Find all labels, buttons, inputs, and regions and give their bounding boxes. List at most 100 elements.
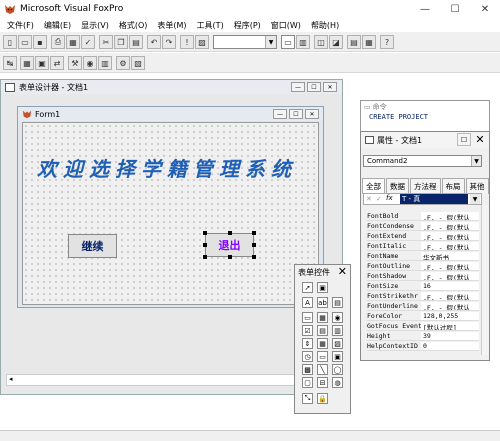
hyperlink-icon[interactable]: ◍ xyxy=(332,377,343,388)
undo-icon[interactable]: ↶ xyxy=(147,35,161,49)
form-designer-title-bar[interactable]: 表单设计器 - 文档1 — ☐ ✕ xyxy=(1,80,341,94)
menu-format[interactable]: 格式(O) xyxy=(114,20,153,31)
properties-title-bar[interactable]: 属性 - 文档1 ☐ ✕ xyxy=(361,132,489,148)
listbox-icon[interactable]: ▥ xyxy=(332,325,343,336)
layout-toolbar-icon[interactable]: ▥ xyxy=(98,56,112,70)
save-icon[interactable]: ▪ xyxy=(33,35,47,49)
properties-scrollbar[interactable] xyxy=(481,205,489,355)
paste-icon[interactable]: ▤ xyxy=(129,35,143,49)
checkbox-icon[interactable]: ☑ xyxy=(302,325,313,336)
command-window-title-bar[interactable]: ▭ 命令 xyxy=(361,101,489,113)
form1-maximize-button[interactable]: ☐ xyxy=(289,109,303,119)
modify-form-icon[interactable]: ▨ xyxy=(195,35,209,49)
property-value[interactable]: .F. - 假(默认 xyxy=(421,272,479,280)
property-row[interactable]: FontStrikethr .F. - 假(默认 xyxy=(367,292,479,301)
ole-bound-icon[interactable]: ▩ xyxy=(302,364,313,375)
cancel-icon[interactable]: ✕ xyxy=(366,195,372,203)
tab-methods[interactable]: 方法程 xyxy=(410,178,441,194)
property-value[interactable]: .F. - 假(默认 xyxy=(421,222,479,230)
lock-icon[interactable]: 🔒 xyxy=(317,393,328,404)
designer-close-button[interactable]: ✕ xyxy=(323,82,337,92)
property-value[interactable]: .F. - 假(默认 xyxy=(421,302,479,310)
form-controls-toolbar-icon[interactable]: ⚒ xyxy=(68,56,82,70)
class-library-icon[interactable]: ▣ xyxy=(317,282,328,293)
property-value[interactable]: .F. - 假(默认 xyxy=(421,212,479,220)
image-icon[interactable]: ▨ xyxy=(332,338,343,349)
command-button-icon[interactable]: ▭ xyxy=(302,312,313,323)
property-value[interactable]: .F. - 假(默认 xyxy=(421,242,479,250)
property-value-input[interactable]: T - 真 xyxy=(400,194,468,204)
property-row[interactable]: FontSize 16 xyxy=(367,282,479,291)
property-value[interactable]: 128,0,255 xyxy=(421,312,479,320)
builder-lock-icon[interactable]: ⤡ xyxy=(302,393,313,404)
line-icon[interactable]: ╲ xyxy=(317,364,328,375)
spell-check-icon[interactable]: ✓ xyxy=(81,35,95,49)
chevron-down-icon[interactable]: ▼ xyxy=(471,156,481,166)
open-folder-icon[interactable]: ▭ xyxy=(18,35,32,49)
cut-icon[interactable]: ✂ xyxy=(99,35,113,49)
separator-icon[interactable]: ⊟ xyxy=(317,377,328,388)
tab-data[interactable]: 数据 xyxy=(386,178,409,194)
toolbox-title-bar[interactable]: 表单控件 ✕ xyxy=(295,265,350,279)
form-builder-icon[interactable]: ⚙ xyxy=(116,56,130,70)
command-window-icon[interactable]: ▭ xyxy=(281,35,295,49)
chevron-down-icon[interactable]: ▼ xyxy=(470,194,480,204)
property-row[interactable]: FontUnderline .F. - 假(默认 xyxy=(367,302,479,311)
property-row[interactable]: FontItalic .F. - 假(默认 xyxy=(367,242,479,251)
tab-layout[interactable]: 布局 xyxy=(441,178,465,194)
exit-button[interactable]: 退出 xyxy=(205,233,254,257)
print-preview-icon[interactable]: ▦ xyxy=(66,35,80,49)
property-value[interactable]: .F. - 假(默认 xyxy=(421,292,479,300)
report-wizard-icon[interactable]: ▦ xyxy=(362,35,376,49)
database-combo[interactable]: ▼ xyxy=(213,35,277,49)
continue-button[interactable]: 继续 xyxy=(68,234,117,258)
property-row[interactable]: FontName 华文新书 xyxy=(367,252,479,261)
form1-canvas[interactable] xyxy=(22,122,319,305)
property-value[interactable]: 华文新书 xyxy=(421,252,479,260)
form1-title-bar[interactable]: Form1 — ☐ ✕ xyxy=(18,107,323,121)
property-row[interactable]: FontCondense .F. - 假(默认 xyxy=(367,222,479,231)
object-select[interactable]: Command2 ▼ xyxy=(363,155,482,167)
menu-tools[interactable]: 工具(T) xyxy=(192,20,229,31)
selection-handle[interactable] xyxy=(252,255,256,259)
new-file-icon[interactable]: ▯ xyxy=(3,35,17,49)
timer-icon[interactable]: ◷ xyxy=(302,351,313,362)
properties-maximize-button[interactable]: ☐ xyxy=(457,133,471,146)
combobox-icon[interactable]: ▤ xyxy=(317,325,328,336)
property-row[interactable]: FontOutline .F. - 假(默认 xyxy=(367,262,479,271)
shape-icon[interactable]: ◯ xyxy=(332,364,343,375)
color-palette-icon[interactable]: ◉ xyxy=(83,56,97,70)
label-icon[interactable]: A xyxy=(302,297,313,308)
form1-minimize-button[interactable]: — xyxy=(273,109,287,119)
scroll-left-icon[interactable]: ◂ xyxy=(9,375,13,383)
menu-program[interactable]: 程序(P) xyxy=(229,20,266,31)
report-icon[interactable]: ▤ xyxy=(347,35,361,49)
selection-handle[interactable] xyxy=(252,243,256,247)
selection-handle[interactable] xyxy=(203,243,207,247)
help-icon[interactable]: ? xyxy=(380,35,394,49)
selection-handle[interactable] xyxy=(252,231,256,235)
selection-handle[interactable] xyxy=(203,231,207,235)
property-row[interactable]: Height 39 xyxy=(367,332,479,341)
container-icon[interactable]: ▢ xyxy=(302,377,313,388)
property-row[interactable]: ForeColor 128,0,255 xyxy=(367,312,479,321)
property-value[interactable]: .F. - 假(默认 xyxy=(421,262,479,270)
maximize-button[interactable]: ☐ xyxy=(440,0,470,18)
menu-help[interactable]: 帮助(H) xyxy=(306,20,344,31)
menu-file[interactable]: 文件(F) xyxy=(2,20,39,31)
ole-container-icon[interactable]: ▣ xyxy=(332,351,343,362)
function-icon[interactable]: fx xyxy=(386,194,393,202)
selection-handle[interactable] xyxy=(203,255,207,259)
code-window-icon[interactable]: ⇄ xyxy=(50,56,64,70)
tab-order-icon[interactable]: ↹ xyxy=(3,56,17,70)
exclamation-icon[interactable]: ! xyxy=(180,35,194,49)
accept-icon[interactable]: ✓ xyxy=(376,195,382,203)
grid-icon[interactable]: ▦ xyxy=(317,338,328,349)
chevron-down-icon[interactable]: ▼ xyxy=(265,36,276,48)
spinner-icon[interactable]: ⇕ xyxy=(302,338,313,349)
pointer-icon[interactable]: ➚ xyxy=(302,282,313,293)
properties-close-button[interactable]: ✕ xyxy=(473,133,487,146)
property-row[interactable]: HelpContextID 0 xyxy=(367,342,479,351)
property-row[interactable]: FontExtend .F. - 假(默认 xyxy=(367,232,479,241)
toolbox-close-button[interactable]: ✕ xyxy=(338,265,347,278)
